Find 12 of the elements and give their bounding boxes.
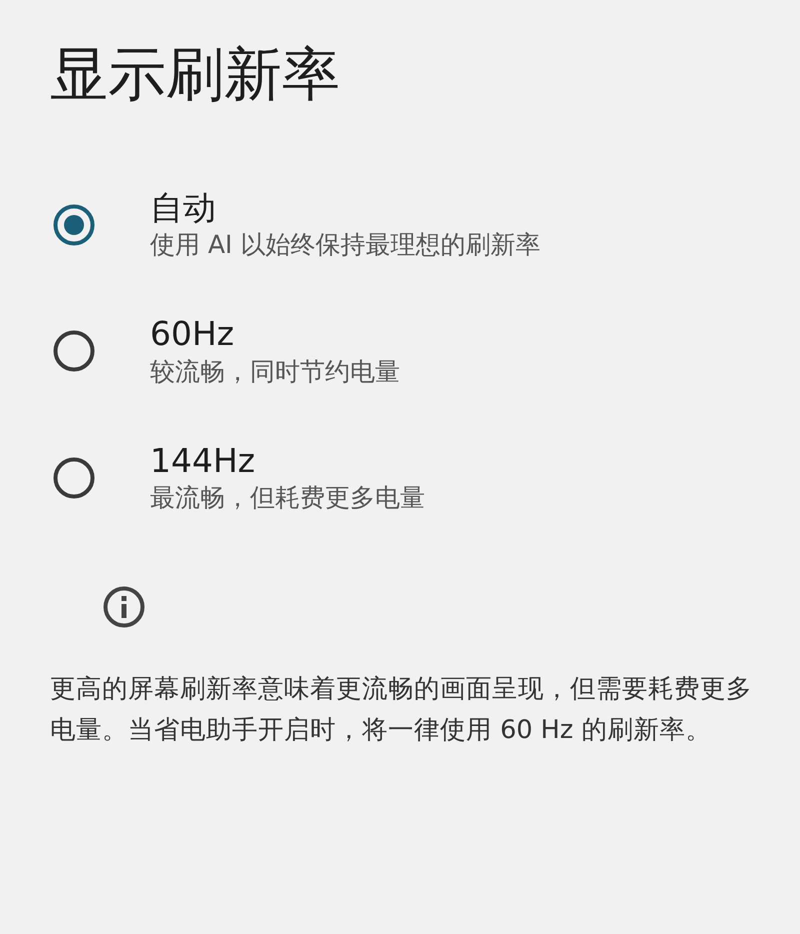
option-description: 较流畅，同时节约电量: [150, 356, 400, 388]
page-title: 显示刷新率: [50, 40, 341, 110]
radio-button[interactable]: [52, 329, 96, 374]
option-label[interactable]: 144Hz: [150, 440, 425, 480]
option-description: 最流畅，但耗费更多电量: [150, 482, 425, 514]
radio-button[interactable]: [52, 202, 96, 247]
info-icon: [102, 585, 146, 630]
option-label[interactable]: 60Hz: [150, 314, 400, 354]
option-description: 使用 AI 以始终保持最理想的刷新率: [150, 229, 540, 262]
info-text: 更高的屏幕刷新率意味着更流畅的画面呈现，但需要耗费更多电量。当省电助手开启时，将一律使用 60 Hz 的刷新率。: [50, 673, 753, 748]
radio-button[interactable]: [52, 456, 96, 500]
option-label[interactable]: 自动: [150, 188, 540, 228]
